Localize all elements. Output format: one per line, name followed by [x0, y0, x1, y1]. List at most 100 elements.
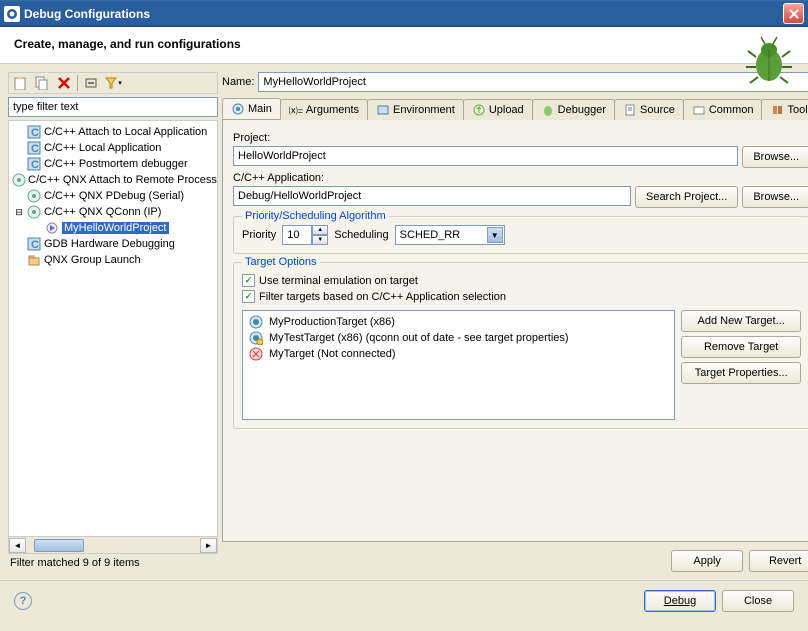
tree-item[interactable]: CC/C++ Postmortem debugger [12, 156, 214, 172]
tree-item[interactable]: C/C++ QNX Attach to Remote Process [12, 172, 214, 188]
checkbox-icon[interactable]: ✓ [242, 274, 255, 287]
delete-config-button[interactable] [55, 74, 73, 92]
bug-icon [744, 35, 794, 85]
duplicate-config-button[interactable] [33, 74, 51, 92]
tree-item[interactable]: C/C++ QNX PDebug (Serial) [12, 188, 214, 204]
tree-item[interactable]: ⊟C/C++ QNX QConn (IP) [12, 204, 214, 220]
tab-main[interactable]: Main [222, 98, 281, 119]
scroll-thumb[interactable] [34, 539, 84, 552]
tree-item[interactable]: C GDB Hardware Debugging [12, 236, 214, 252]
scheduling-select[interactable]: SCHED_RR ▼ [395, 225, 505, 245]
add-target-button[interactable]: Add New Target... [681, 310, 801, 332]
target-list[interactable]: MyProductionTarget (x86) MyTestTarget (x… [242, 310, 675, 420]
filter-targets-checkbox-row[interactable]: ✓ Filter targets based on C/C++ Applicat… [242, 290, 801, 303]
checkbox-icon[interactable]: ✓ [242, 290, 255, 303]
target-label: MyTestTarget (x86) (qconn out of date - … [269, 332, 569, 344]
qnx-icon [26, 188, 42, 204]
name-label: Name: [222, 76, 254, 88]
tab-label: Tools [787, 104, 808, 116]
tab-common[interactable]: Common [683, 99, 763, 120]
scroll-left-button[interactable]: ◄ [9, 538, 26, 553]
c-icon: C [26, 124, 42, 140]
target-item[interactable]: MyTestTarget (x86) (qconn out of date - … [246, 330, 671, 346]
priority-group: Priority/Scheduling Algorithm Priority ▲… [233, 216, 808, 254]
tree-label: QNX Group Launch [44, 254, 141, 266]
svg-text:C: C [31, 143, 39, 155]
revert-button[interactable]: Revert [749, 550, 808, 572]
qnx-icon [12, 172, 26, 188]
app-input[interactable] [233, 186, 631, 206]
search-project-button[interactable]: Search Project... [635, 186, 738, 208]
common-icon [692, 103, 706, 117]
toolbar-separator [77, 75, 78, 91]
right-panel: Name: Main ⒳=Arguments Environment Uploa… [222, 72, 808, 572]
tab-tools[interactable]: Tools [761, 99, 808, 120]
tab-source[interactable]: Source [614, 99, 684, 120]
tree-item[interactable]: CC/C++ Local Application [12, 140, 214, 156]
target-icon [248, 314, 264, 330]
svg-text:C: C [31, 127, 39, 139]
spinner-down-button[interactable]: ▼ [312, 235, 328, 245]
target-properties-button[interactable]: Target Properties... [681, 362, 801, 384]
tab-label: Common [709, 104, 754, 116]
tools-icon [770, 103, 784, 117]
debug-button[interactable]: Debug [644, 590, 716, 612]
project-browse-button[interactable]: Browse... [742, 146, 808, 168]
app-icon [4, 6, 20, 22]
collapse-all-button[interactable] [82, 74, 100, 92]
tree-toolbar: ▾ [8, 72, 218, 94]
scroll-right-button[interactable]: ► [200, 538, 217, 553]
name-input[interactable] [258, 72, 808, 92]
header: Create, manage, and run configurations [0, 27, 808, 64]
target-item[interactable]: MyProductionTarget (x86) [246, 314, 671, 330]
tree-label: MyHelloWorldProject [62, 222, 169, 234]
tree-item[interactable]: C C/C++ Attach to Local Application [12, 124, 214, 140]
target-group: Target Options ✓ Use terminal emulation … [233, 262, 808, 429]
group-icon [26, 252, 42, 268]
filter-button[interactable]: ▾ [104, 74, 122, 92]
help-button[interactable]: ? [14, 592, 32, 610]
tree-label: GDB Hardware Debugging [44, 238, 175, 250]
svg-text:C: C [31, 239, 39, 251]
apply-button[interactable]: Apply [671, 550, 743, 572]
terminal-emulation-checkbox-row[interactable]: ✓ Use terminal emulation on target [242, 274, 801, 287]
spinner-up-button[interactable]: ▲ [312, 225, 328, 235]
priority-group-title: Priority/Scheduling Algorithm [242, 210, 389, 222]
tab-arguments[interactable]: ⒳=Arguments [280, 99, 368, 120]
source-icon [623, 103, 637, 117]
close-button[interactable] [783, 3, 804, 24]
new-config-button[interactable] [11, 74, 29, 92]
tree-label: C/C++ Postmortem debugger [44, 158, 188, 170]
filter-status: Filter matched 9 of 9 items [8, 554, 218, 572]
left-panel: ▾ CC/C++ Attach to Local Application CC/… [8, 72, 218, 572]
dialog-footer: ? Debug Close [0, 580, 808, 620]
tree-scrollbar[interactable]: ◄ ► [8, 537, 218, 554]
target-item[interactable]: MyTarget (Not connected) [246, 346, 671, 362]
app-browse-button[interactable]: Browse... [742, 186, 808, 208]
window-title: Debug Configurations [24, 7, 783, 21]
c-icon: C [26, 236, 42, 252]
apply-revert-row: Apply Revert [222, 542, 808, 572]
close-button[interactable]: Close [722, 590, 794, 612]
remove-target-button[interactable]: Remove Target [681, 336, 801, 358]
target-group-title: Target Options [242, 256, 320, 268]
tab-debugger[interactable]: Debugger [532, 99, 615, 120]
header-title: Create, manage, and run configurations [14, 37, 794, 51]
project-label: Project: [233, 132, 808, 144]
titlebar: Debug Configurations [0, 0, 808, 27]
filter-input[interactable] [8, 97, 218, 117]
priority-input[interactable] [282, 225, 312, 245]
tab-upload[interactable]: Upload [463, 99, 533, 120]
project-input[interactable] [233, 146, 738, 166]
qnx-icon [26, 204, 42, 220]
tree-item-selected[interactable]: MyHelloWorldProject [12, 220, 214, 236]
tab-content-main: Project: Browse... C/C++ Application: Se… [222, 120, 808, 542]
tab-environment[interactable]: Environment [367, 99, 464, 120]
tree-item[interactable]: QNX Group Launch [12, 252, 214, 268]
tree-label: C/C++ Attach to Local Application [44, 126, 207, 138]
collapse-icon[interactable]: ⊟ [12, 207, 26, 218]
tab-label: Environment [393, 104, 455, 116]
config-tree[interactable]: CC/C++ Attach to Local Application CC/C+… [8, 120, 218, 537]
target-warning-icon [248, 330, 264, 346]
priority-spinner[interactable]: ▲ ▼ [282, 225, 328, 245]
